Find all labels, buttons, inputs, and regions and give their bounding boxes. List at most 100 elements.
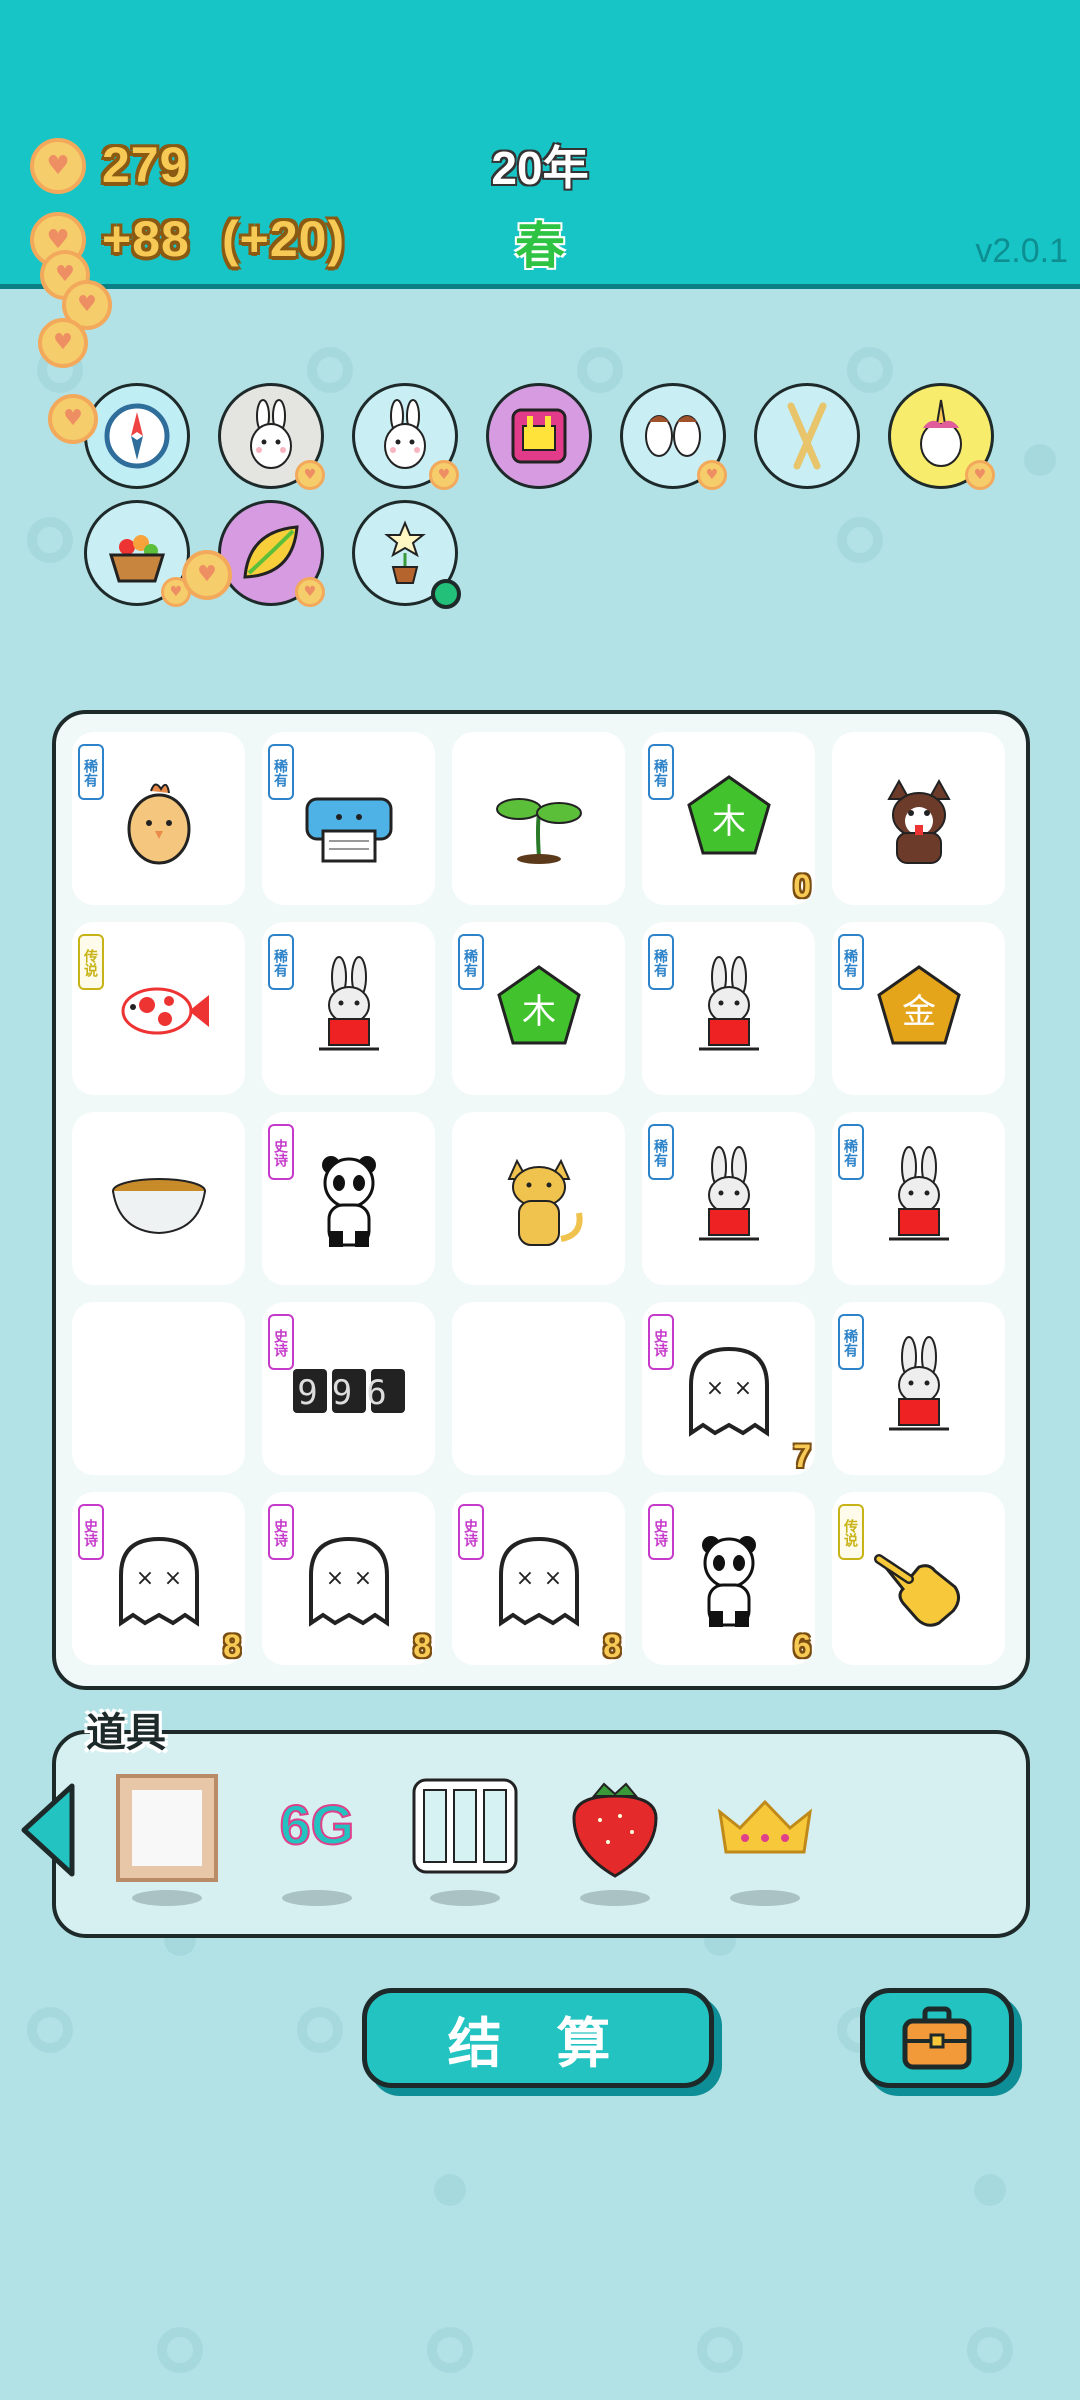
board-cell[interactable]: 稀有	[832, 1112, 1005, 1285]
orange-cat-icon	[506, 1158, 583, 1246]
board-cell[interactable]: 稀有	[72, 732, 245, 905]
owned-item-flower-pot[interactable]	[352, 500, 461, 609]
owned-item-fruit-basket[interactable]: ♥	[84, 500, 191, 607]
owned-item-compass[interactable]	[84, 383, 190, 489]
board-cell[interactable]: 史诗 × × 8	[262, 1492, 435, 1665]
item-picture-frame[interactable]	[112, 1772, 222, 1882]
rarity-badge: 史诗	[268, 1314, 294, 1370]
rarity-badge: 传说	[838, 1504, 864, 1560]
item-strawberry[interactable]	[560, 1772, 670, 1882]
board-cell[interactable]: 传说	[72, 922, 245, 1095]
svg-text:×: ×	[325, 1566, 343, 1591]
income-bonus: (+20)	[222, 211, 346, 267]
item-crown[interactable]	[710, 1772, 820, 1882]
rarity-badge: 稀有	[78, 744, 104, 800]
rarity-badge: 史诗	[648, 1504, 674, 1560]
new-indicator-icon	[431, 579, 461, 609]
ghost-icon: × ×	[308, 1536, 389, 1627]
cell-count: 7	[793, 1438, 811, 1474]
owned-item-unicorn[interactable]: ♥	[888, 383, 995, 490]
board-cell[interactable]: 稀有 木 0	[642, 732, 815, 905]
counter-digits: 996	[297, 1373, 400, 1413]
bag-button[interactable]	[860, 1988, 1014, 2088]
season-label: 春	[515, 217, 565, 275]
svg-text:×: ×	[163, 1566, 181, 1591]
board-cell[interactable]: 史诗 × × 8	[452, 1492, 625, 1665]
cell-count: 6	[793, 1628, 811, 1664]
version-label: v2.0.1	[975, 232, 1068, 270]
owned-item-two-horses[interactable]: ♥	[620, 383, 727, 490]
board-cell[interactable]: 稀有	[262, 922, 435, 1095]
pink-box-icon	[511, 408, 567, 464]
item-triple-panel[interactable]	[410, 1772, 520, 1882]
rarity-badge: 稀有	[838, 934, 864, 990]
996-counter-icon: 996	[292, 1368, 405, 1413]
coin-icon: ♥	[30, 138, 86, 194]
owned-item-rabbit[interactable]: ♥	[352, 383, 459, 490]
wood-element-icon: 木	[686, 774, 771, 854]
briefcase-icon	[902, 2006, 972, 2070]
board-cell[interactable]	[72, 1112, 245, 1285]
board-cell[interactable]: 史诗 6	[642, 1492, 815, 1665]
board-cell[interactable]	[832, 732, 1005, 905]
board-cell[interactable]: 稀有	[262, 732, 435, 905]
cell-count: 8	[223, 1628, 241, 1664]
game-board: 稀有 稀有 稀有 木 0 传说 稀有 稀有 木 稀有 稀有 金 史诗 稀有 稀有…	[52, 710, 1030, 1690]
board-cell-empty[interactable]	[72, 1302, 245, 1475]
sprout-icon	[495, 797, 582, 864]
board-cell[interactable]: 史诗	[262, 1112, 435, 1285]
rarity-badge: 稀有	[838, 1314, 864, 1370]
wood-element-icon: 木	[496, 964, 581, 1044]
floating-coin-icon: ♥	[48, 394, 98, 444]
compass-icon	[104, 403, 170, 469]
board-cell[interactable]: 稀有	[642, 1112, 815, 1285]
coin-badge-icon: ♥	[295, 460, 325, 490]
board-cell[interactable]	[452, 732, 625, 905]
year-label: 20年	[491, 142, 589, 194]
cell-count: 8	[603, 1628, 621, 1664]
rarity-badge: 稀有	[648, 1124, 674, 1180]
svg-text:×: ×	[543, 1566, 561, 1591]
cell-count: 0	[793, 868, 811, 904]
rarity-badge: 稀有	[648, 744, 674, 800]
item-shadow	[282, 1890, 352, 1906]
svg-text:×: ×	[733, 1376, 751, 1401]
coin-count: 279	[102, 137, 189, 193]
item-6g[interactable]: 6G	[262, 1772, 372, 1882]
rabbit-icon	[318, 955, 379, 1050]
left-arrow-icon[interactable]	[18, 1780, 78, 1880]
wood-element-label: 木	[522, 992, 556, 1032]
rarity-badge: 史诗	[458, 1504, 484, 1560]
6g-icon: 6G	[279, 1792, 356, 1857]
settle-button[interactable]: 结 算	[362, 1988, 714, 2088]
rarity-badge: 史诗	[648, 1314, 674, 1370]
board-cell[interactable]: 史诗 × × 8	[72, 1492, 245, 1665]
owned-item-rabbit[interactable]: ♥	[218, 383, 325, 490]
board-cell[interactable]: 传说	[832, 1492, 1005, 1665]
panda-icon	[701, 1535, 756, 1627]
rabbit-icon	[698, 1145, 759, 1240]
board-cell-empty[interactable]	[452, 1302, 625, 1475]
owned-item-pink-box[interactable]	[486, 383, 592, 489]
coin-badge-icon: ♥	[295, 577, 325, 607]
pointing-hand-icon	[873, 1553, 960, 1627]
board-cell[interactable]: 稀有	[832, 1302, 1005, 1475]
board-cell[interactable]: 稀有	[642, 922, 815, 1095]
board-cell[interactable]: 稀有 金	[832, 922, 1005, 1095]
board-cell[interactable]	[452, 1112, 625, 1285]
items-panel-title: 道具	[86, 1710, 166, 1756]
triple-panel-icon	[412, 1778, 518, 1874]
board-cell[interactable]: 稀有 木	[452, 922, 625, 1095]
board-cell[interactable]: 史诗 × × 7	[642, 1302, 815, 1475]
rarity-badge: 稀有	[268, 744, 294, 800]
coin-badge-icon: ♥	[965, 460, 995, 490]
gold-element-icon: 金	[876, 964, 961, 1044]
floating-coin-icon: ♥	[38, 318, 88, 368]
owned-item-chopsticks[interactable]	[754, 383, 860, 489]
panda-icon	[321, 1155, 376, 1247]
rarity-badge: 史诗	[268, 1124, 294, 1180]
owned-item-leaf[interactable]: ♥	[218, 500, 325, 607]
rarity-badge: 稀有	[648, 934, 674, 990]
coin-badge-icon: ♥	[429, 460, 459, 490]
board-cell[interactable]: 史诗 996	[262, 1302, 435, 1475]
